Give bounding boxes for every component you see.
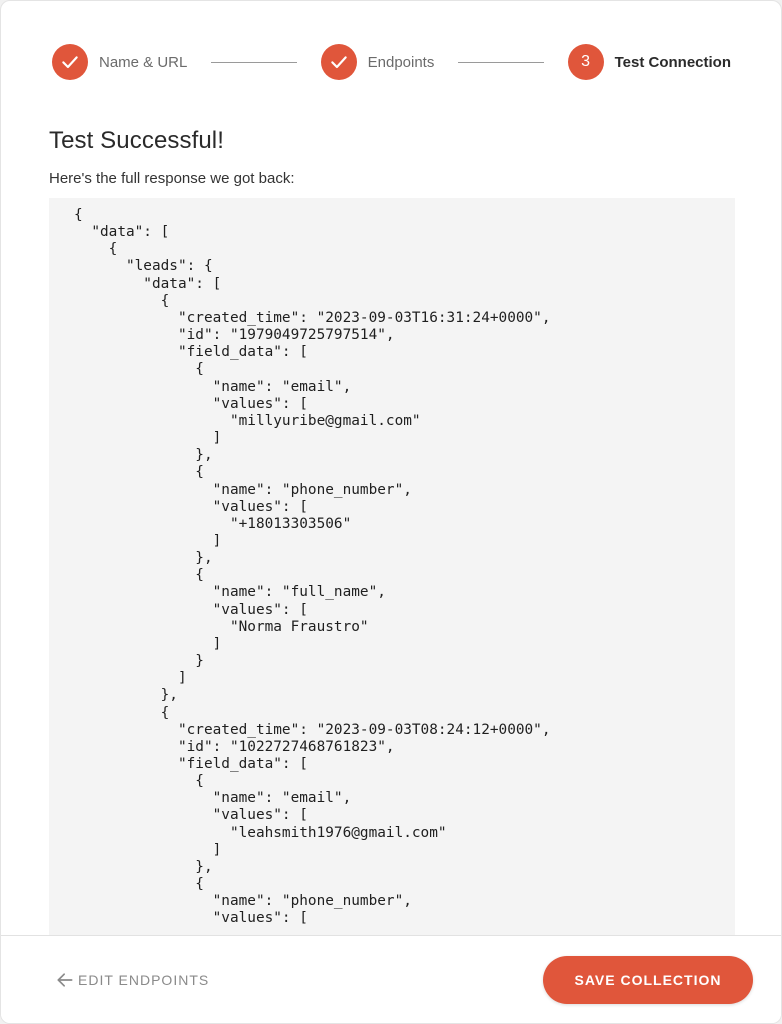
step-complete-indicator bbox=[320, 44, 357, 80]
save-collection-button[interactable]: SAVE COLLECTION bbox=[543, 956, 753, 1004]
step-endpoints[interactable]: Endpoints bbox=[320, 44, 435, 80]
edit-endpoints-button[interactable]: EDIT ENDPOINTS bbox=[55, 970, 209, 990]
step-connector bbox=[211, 61, 297, 63]
check-icon bbox=[62, 56, 78, 69]
step-number-badge: 3 bbox=[567, 44, 604, 80]
response-code-block[interactable]: { "data": [ { "leads": { "data": [ { "cr… bbox=[49, 198, 735, 935]
step-name-url[interactable]: Name & URL bbox=[52, 44, 187, 80]
page-title: Test Successful! bbox=[49, 127, 225, 154]
stepper: Name & URL Endpoints 3 Test Connection bbox=[52, 44, 731, 80]
step-label: Endpoints bbox=[367, 53, 435, 71]
check-icon bbox=[330, 56, 347, 69]
arrow-left-icon bbox=[57, 973, 73, 987]
step-connector bbox=[458, 61, 544, 63]
wizard-card: Name & URL Endpoints 3 Test Connection T… bbox=[0, 0, 782, 1024]
response-json: { "data": [ { "leads": { "data": [ { "cr… bbox=[74, 207, 551, 927]
step-label: Test Connection bbox=[614, 53, 731, 71]
edit-endpoints-label: EDIT ENDPOINTS bbox=[78, 972, 210, 988]
step-label: Name & URL bbox=[99, 53, 188, 71]
page-subtitle: Here's the full response we got back: bbox=[49, 170, 295, 187]
footer: EDIT ENDPOINTS SAVE COLLECTION bbox=[1, 935, 781, 1023]
step-complete-indicator bbox=[52, 44, 88, 80]
step-test-connection: 3 Test Connection bbox=[567, 44, 731, 80]
